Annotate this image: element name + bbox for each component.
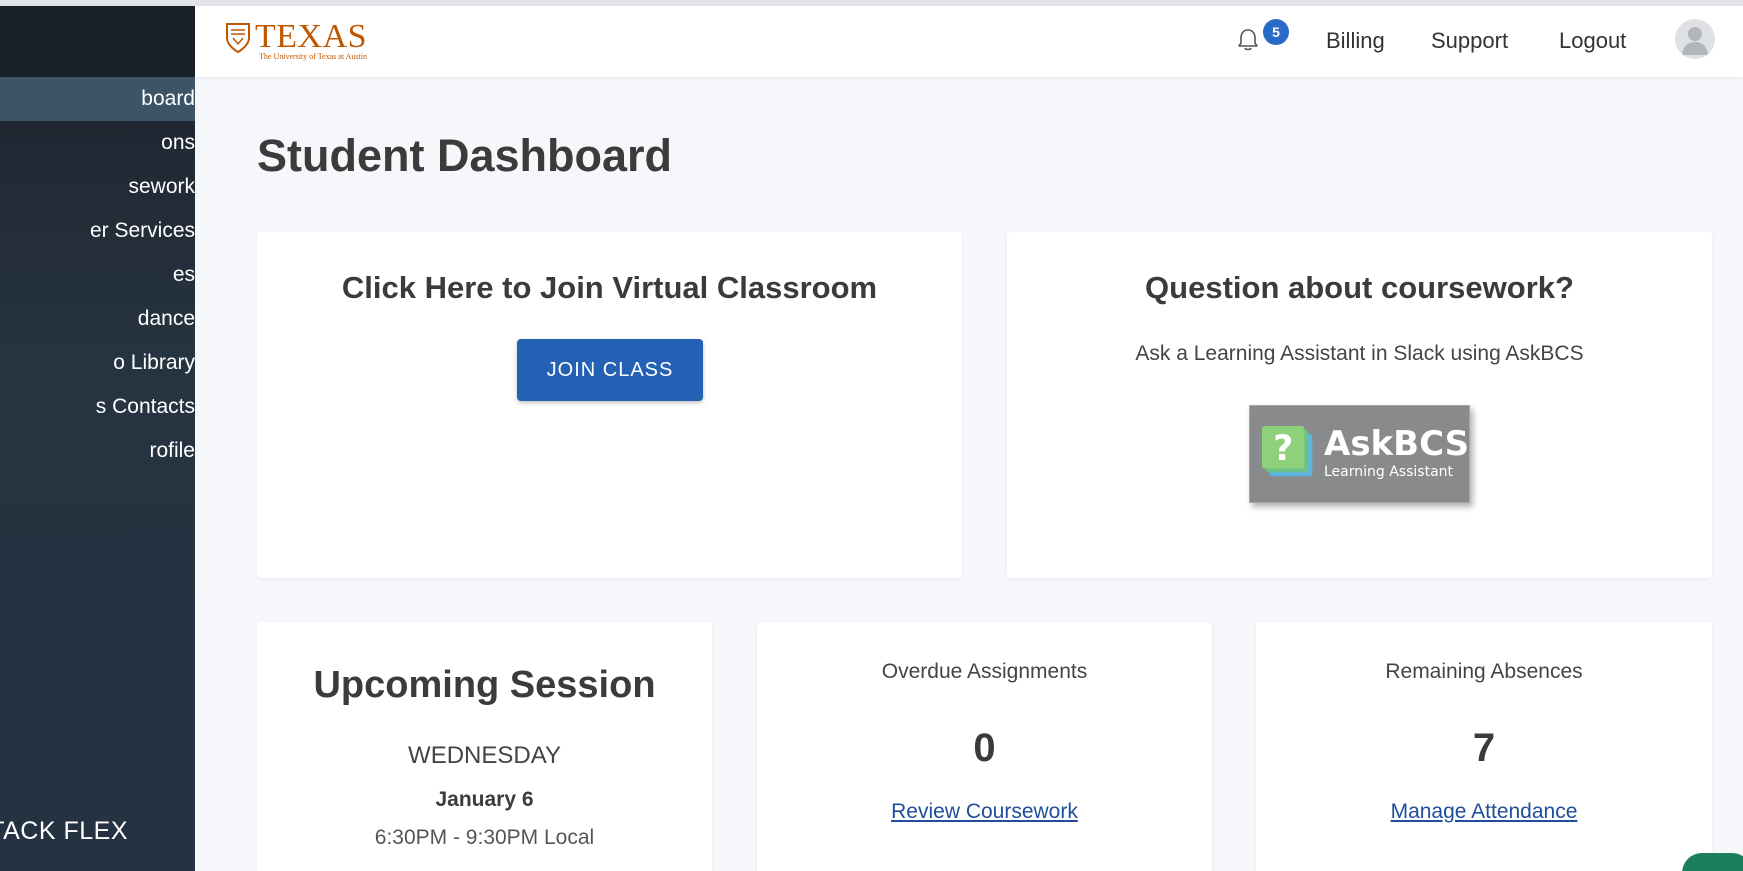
overdue-assignments-card: Overdue Assignments 0 Review Coursework	[757, 622, 1212, 871]
sidebar-item-label: es	[172, 263, 195, 286]
sidebar: board ons sework er Services es dance o …	[0, 6, 195, 871]
sidebar-item-profile[interactable]: rofile	[0, 429, 195, 473]
avatar-icon	[1682, 27, 1708, 55]
sidebar-item-label: er Services	[89, 219, 195, 242]
texas-logo[interactable]: TEXAS The University of Texas at Austin	[225, 18, 368, 62]
sidebar-item-label: board	[141, 87, 195, 110]
sidebar-nav: board ons sework er Services es dance o …	[0, 77, 195, 473]
upcoming-session-card: Upcoming Session WEDNESDAY January 6 6:3…	[257, 622, 712, 871]
sidebar-item-contacts[interactable]: s Contacts	[0, 385, 195, 429]
join-class-button[interactable]: JOIN CLASS	[517, 339, 703, 401]
question-text: Ask a Learning Assistant in Slack using …	[1135, 342, 1584, 365]
sidebar-header	[0, 6, 195, 77]
billing-link[interactable]: Billing	[1326, 28, 1385, 54]
svg-text:?: ?	[1273, 429, 1293, 469]
logout-link[interactable]: Logout	[1559, 28, 1626, 54]
upcoming-session-title: Upcoming Session	[313, 664, 656, 706]
sidebar-item-label: o Library	[113, 351, 195, 374]
notification-count-badge[interactable]: 5	[1263, 19, 1289, 45]
sidebar-item-grades[interactable]: es	[0, 253, 195, 297]
sidebar-item-sessions[interactable]: ons	[0, 121, 195, 165]
support-link[interactable]: Support	[1431, 28, 1508, 54]
virtual-classroom-card: Click Here to Join Virtual Classroom JOI…	[257, 232, 962, 578]
sidebar-item-dashboard[interactable]: board	[0, 77, 195, 121]
logo-word: TEXAS	[255, 18, 368, 55]
question-title: Question about coursework?	[1145, 270, 1574, 305]
sidebar-item-coursework[interactable]: sework	[0, 165, 195, 209]
askbcs-question-icon: ?	[1262, 426, 1313, 477]
virtual-classroom-title: Click Here to Join Virtual Classroom	[341, 270, 878, 305]
sidebar-item-label: ons	[161, 131, 195, 154]
sidebar-item-label: s Contacts	[95, 395, 195, 418]
sidebar-item-label: rofile	[149, 439, 195, 462]
sidebar-item-attendance[interactable]: dance	[0, 297, 195, 341]
askbcs-badge[interactable]: ? AskBCS Learning Assistant	[1249, 405, 1470, 503]
chat-widget-button[interactable]	[1682, 853, 1743, 871]
page-title: Student Dashboard	[257, 130, 673, 181]
absences-count: 7	[1472, 726, 1496, 770]
askbcs-title: AskBCS	[1324, 424, 1470, 464]
upcoming-session-date: January 6	[435, 788, 534, 811]
manage-attendance-link[interactable]: Manage Attendance	[1391, 800, 1578, 823]
question-card: Question about coursework? Ask a Learnin…	[1007, 232, 1712, 578]
logo-subtitle: The University of Texas at Austin	[259, 52, 367, 61]
sidebar-item-career-services[interactable]: er Services	[0, 209, 195, 253]
upcoming-session-time: 6:30PM - 9:30PM Local	[374, 826, 595, 849]
sidebar-program-name: TACK FLEX	[0, 817, 128, 845]
remaining-absences-card: Remaining Absences 7 Manage Attendance	[1256, 622, 1712, 871]
sidebar-item-video-library[interactable]: o Library	[0, 341, 195, 385]
review-coursework-link[interactable]: Review Coursework	[891, 800, 1078, 823]
texas-shield-icon	[226, 23, 250, 54]
overdue-count: 0	[973, 726, 996, 770]
sidebar-item-label: sework	[128, 175, 195, 198]
askbcs-subtitle: Learning Assistant	[1324, 464, 1454, 480]
overdue-label: Overdue Assignments	[881, 660, 1088, 683]
upcoming-session-day: WEDNESDAY	[408, 742, 561, 769]
bell-icon[interactable]	[1234, 26, 1262, 54]
sidebar-item-label: dance	[137, 307, 195, 330]
absences-label: Remaining Absences	[1385, 660, 1583, 683]
top-header: TEXAS The University of Texas at Austin …	[195, 6, 1743, 77]
user-avatar[interactable]	[1675, 19, 1715, 59]
